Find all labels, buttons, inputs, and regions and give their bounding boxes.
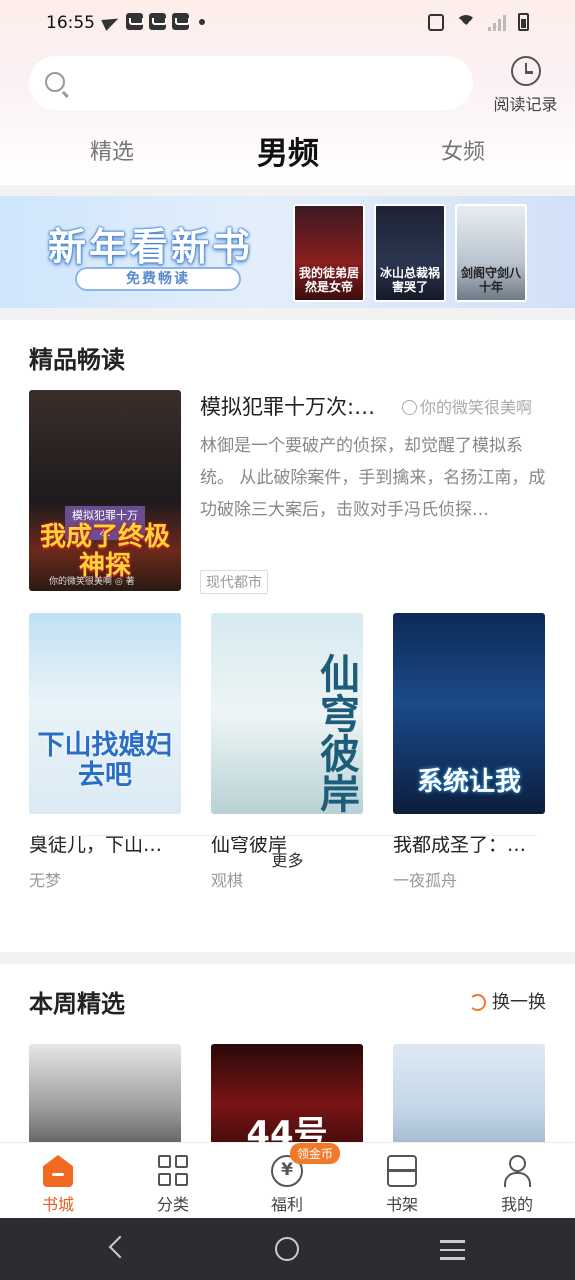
signal-icon (488, 15, 506, 31)
bookshelf-icon (387, 1155, 417, 1187)
mail-notification-icon (172, 13, 190, 30)
coin-badge[interactable]: 领金币 (290, 1143, 341, 1164)
clock-icon (510, 56, 541, 86)
more-button[interactable]: 更多 (0, 847, 575, 871)
book-cover: 系统让我 (393, 613, 545, 814)
banner-book-cover[interactable]: 剑阁守剑八十年 (455, 204, 527, 302)
battery-icon (518, 13, 529, 31)
section-title: 本周精选 (29, 990, 125, 1018)
home-icon[interactable] (275, 1237, 299, 1261)
system-navigation-bar (0, 1218, 575, 1280)
tab-male[interactable]: 男频 (257, 128, 319, 173)
author-icon (402, 400, 417, 415)
channel-tabs: 精选 男频 女频 (0, 124, 575, 174)
banner-book-cover[interactable]: 冰山总裁祸害哭了 (374, 204, 446, 302)
book-cover: 仙穹彼岸 (211, 613, 363, 814)
status-bar: 16:55 (0, 0, 575, 46)
category-icon (158, 1155, 188, 1187)
nav-category[interactable]: 分类 (133, 1151, 213, 1215)
divider (38, 835, 537, 836)
featured-book-description: 林御是一个要破产的侦探，却觉醒了模拟系统。 从此破除案件，手到擒来，名扬江南，成… (200, 436, 546, 520)
system-status-icons (428, 13, 529, 31)
more-notifications-icon (199, 18, 205, 25)
wifi-icon (456, 15, 476, 31)
book-cover[interactable]: 44号 (211, 1044, 363, 1154)
menu-icon[interactable] (440, 1240, 465, 1266)
status-time: 16:55 (46, 13, 95, 33)
reading-history-button[interactable]: 阅读记录 (488, 56, 563, 115)
featured-section: 精品畅读 模拟犯罪十万次 我成了终极神探 你的微笑很美啊 ◎ 著 模拟犯罪十万次… (0, 320, 575, 952)
nav-bookshelf[interactable]: 书架 (362, 1151, 442, 1215)
bottom-navigation: 书城 分类 ¥ 福利 书架 我的 (0, 1142, 575, 1218)
book-cover[interactable] (29, 1044, 181, 1154)
refresh-button[interactable]: 换一换 (469, 988, 546, 1014)
notification-icons (102, 13, 205, 30)
weekly-section: 本周精选 换一换 44号 (0, 964, 575, 1154)
book-cover[interactable] (393, 1044, 545, 1154)
banner-book-cover[interactable]: 我的徒弟居然是女帝 (293, 204, 365, 302)
book-cover: 下山找媳妇去吧 (29, 613, 181, 814)
profile-icon (502, 1155, 532, 1187)
tab-female[interactable]: 女频 (441, 134, 485, 166)
reading-history-label: 阅读记录 (493, 95, 558, 114)
telegram-icon (102, 13, 120, 30)
free-read-button[interactable]: 免费畅读 (75, 267, 241, 291)
search-input[interactable] (29, 56, 473, 110)
featured-book-title[interactable]: 模拟犯罪十万次:… (200, 391, 390, 421)
tab-featured[interactable]: 精选 (90, 134, 134, 166)
promo-banner[interactable]: 新年看新书 免费畅读 我的徒弟居然是女帝 冰山总裁祸害哭了 剑阁守剑八十年 (0, 196, 575, 308)
refresh-icon (469, 994, 486, 1011)
mail-notification-icon (126, 13, 144, 30)
vibrate-icon (428, 14, 444, 31)
featured-book-author: 你的微笑很美啊 (402, 394, 532, 418)
nav-profile[interactable]: 我的 (477, 1151, 557, 1215)
genre-tag[interactable]: 现代都市 (200, 570, 268, 594)
banner-title: 新年看新书 (48, 225, 254, 269)
back-icon[interactable] (108, 1235, 132, 1259)
search-icon (45, 72, 65, 92)
bookstore-icon (43, 1155, 73, 1187)
section-title: 精品畅读 (29, 346, 125, 374)
mail-notification-icon (149, 13, 167, 30)
featured-book-cover[interactable]: 模拟犯罪十万次 我成了终极神探 你的微笑很美啊 ◎ 著 (29, 390, 181, 591)
nav-bookstore[interactable]: 书城 (18, 1151, 98, 1215)
